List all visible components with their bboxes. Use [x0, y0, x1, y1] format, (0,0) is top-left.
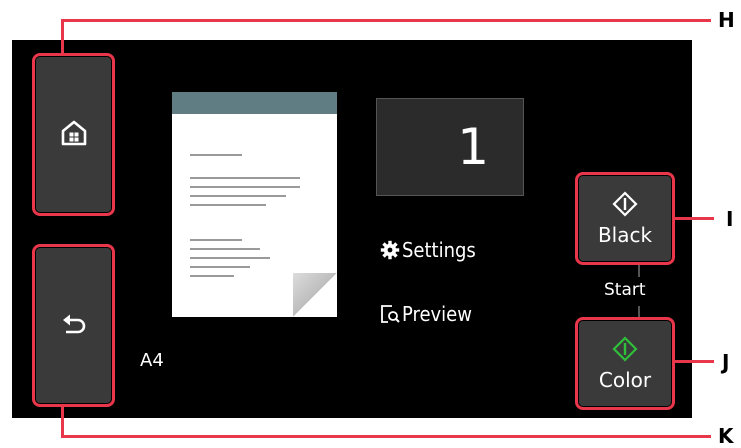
document-line — [190, 275, 234, 277]
document-line — [190, 177, 300, 179]
paper-size-label: A4 — [140, 350, 164, 371]
callout-h-leader — [61, 20, 64, 54]
callout-k-leader — [61, 435, 711, 438]
start-label: Start — [604, 280, 646, 300]
callout-j-leader — [674, 360, 714, 363]
home-button[interactable] — [36, 57, 111, 212]
settings-label: Settings — [402, 238, 476, 262]
settings-button[interactable]: Settings — [380, 238, 476, 262]
back-button[interactable] — [36, 248, 111, 403]
touch-screen: 1 Settings Preview A4 Start Black Color — [12, 40, 692, 418]
callout-k-leader — [61, 406, 64, 438]
home-icon — [61, 120, 87, 150]
page-curl — [293, 273, 337, 317]
document-line — [190, 257, 270, 259]
document-line — [190, 186, 300, 188]
callout-h-leader — [61, 19, 711, 22]
callout-j-label: J — [722, 350, 730, 374]
document-preview[interactable] — [172, 92, 337, 317]
callout-i-label: I — [726, 207, 734, 231]
start-connector-line — [638, 306, 640, 318]
document-line — [190, 204, 266, 206]
preview-icon — [380, 304, 400, 324]
copies-count-value: 1 — [457, 118, 489, 176]
document-line — [190, 266, 250, 268]
preview-button[interactable]: Preview — [380, 302, 472, 326]
copies-count[interactable]: 1 — [376, 98, 524, 196]
start-diamond-icon — [612, 190, 638, 221]
color-start-button[interactable]: Color — [579, 321, 671, 406]
callout-i-leader — [674, 217, 714, 220]
document-line — [190, 239, 242, 241]
document-header-band — [172, 92, 337, 114]
gear-icon — [380, 240, 400, 260]
start-diamond-icon — [612, 335, 638, 366]
black-start-label: Black — [597, 222, 653, 247]
document-line — [190, 248, 260, 250]
black-start-button[interactable]: Black — [579, 176, 671, 261]
callout-k-label: K — [718, 424, 734, 448]
document-line — [190, 195, 286, 197]
preview-label: Preview — [402, 302, 472, 326]
callout-h-label: H — [718, 8, 735, 32]
color-start-label: Color — [598, 367, 652, 392]
start-connector-line — [638, 265, 640, 277]
document-line — [190, 154, 242, 156]
back-arrow-icon — [61, 312, 87, 340]
